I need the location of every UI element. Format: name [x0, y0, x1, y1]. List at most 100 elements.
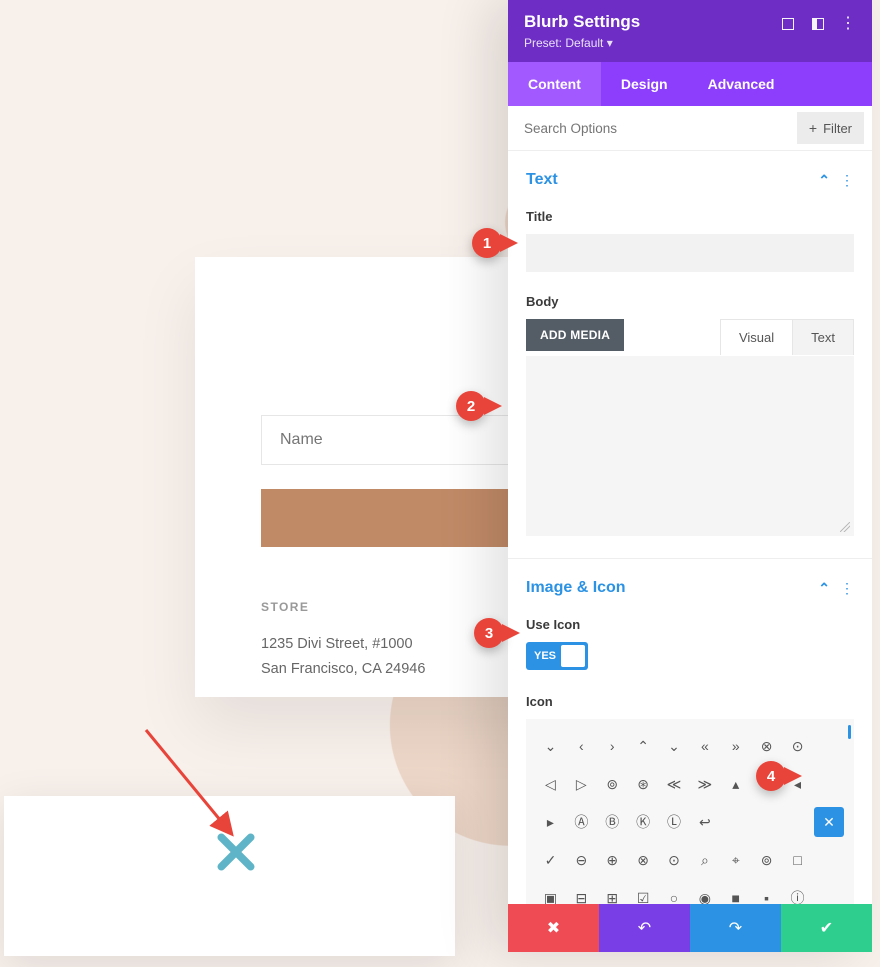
icon-option[interactable]: › — [602, 735, 623, 757]
scroll-indicator — [848, 725, 851, 739]
icon-option[interactable]: ⊞ — [602, 887, 623, 904]
icon-option[interactable]: ≪ — [664, 773, 685, 795]
preset-dropdown[interactable]: Preset: Default ▾ — [524, 36, 640, 50]
search-row: Filter — [508, 106, 872, 151]
icon-option[interactable]: Ⓑ — [602, 811, 623, 833]
callout-4: 4 — [756, 761, 786, 791]
icon-option[interactable]: ⊛ — [633, 773, 654, 795]
section-text: Text Title Body ADD MEDIA Visual Text — [508, 151, 872, 559]
icon-option[interactable]: ↩ — [694, 811, 715, 833]
icon-option[interactable]: ◁ — [540, 773, 561, 795]
toggle-handle — [561, 645, 585, 667]
icon-option[interactable]: ⌖ — [725, 849, 746, 871]
icon-option[interactable]: ⊚ — [602, 773, 623, 795]
icon-option[interactable]: ◉ — [694, 887, 715, 904]
body-label: Body — [526, 294, 854, 309]
section-image-icon: Image & Icon Use Icon YES Icon ⌄ ‹ › ⌃ ⌄ « » ⊗ ⊙… — [508, 559, 872, 904]
icon-option[interactable]: ⊖ — [571, 849, 592, 871]
store-line1: 1235 Divi Street, #1000 — [261, 632, 425, 657]
collapse-icon[interactable] — [818, 580, 830, 597]
icon-option[interactable]: ■ — [725, 887, 746, 904]
icon-option[interactable]: ▸ — [540, 811, 561, 833]
body-editor[interactable] — [526, 356, 854, 536]
panel-title: Blurb Settings — [524, 12, 640, 32]
editor-tab-visual[interactable]: Visual — [720, 319, 793, 355]
filter-button[interactable]: Filter — [797, 112, 864, 144]
icon-option[interactable] — [756, 811, 777, 833]
icon-option[interactable] — [818, 849, 840, 871]
preview-card — [4, 796, 455, 956]
add-media-button[interactable]: ADD MEDIA — [526, 319, 624, 351]
store-line2: San Francisco, CA 24946 — [261, 657, 425, 682]
tab-design[interactable]: Design — [601, 62, 688, 106]
panel-body: Text Title Body ADD MEDIA Visual Text — [508, 151, 872, 904]
icon-picker[interactable]: ⌄‹›⌃⌄«»⊗⊙◁▷⊚⊛≪≫▴▾◂▸ⒶⒷⓀⓁ↩✕✓⊖⊕⊗⊙⌕⌖⊚□▣⊟⊞☑○◉… — [526, 719, 854, 904]
footer-store: STORE 1235 Divi Street, #1000 San Franci… — [261, 600, 425, 681]
search-input[interactable] — [508, 107, 789, 150]
title-label: Title — [526, 209, 854, 224]
panel-tabs: Content Design Advanced — [508, 62, 872, 106]
icon-option[interactable]: ▪ — [756, 887, 777, 904]
callout-3: 3 — [474, 618, 504, 648]
icon-option[interactable]: ⌄ — [540, 735, 561, 757]
close-preview-icon — [214, 830, 258, 874]
chevron-down-icon: ▾ — [607, 36, 613, 50]
icon-option[interactable]: ✕ — [814, 807, 844, 837]
icon-option[interactable]: ⊙ — [664, 849, 685, 871]
icon-option[interactable]: ⊟ — [571, 887, 592, 904]
icon-option[interactable]: ▴ — [725, 773, 746, 795]
panel-header: Blurb Settings Preset: Default ▾ — [508, 0, 872, 62]
use-icon-toggle[interactable]: YES — [526, 642, 588, 670]
icon-option[interactable]: ⊗ — [756, 735, 777, 757]
icon-option[interactable]: ▣ — [540, 887, 561, 904]
settings-panel: Blurb Settings Preset: Default ▾ Content… — [508, 0, 872, 952]
title-input[interactable] — [526, 234, 854, 272]
icon-option[interactable]: ⌃ — [633, 735, 654, 757]
undo-button[interactable]: ↶ — [599, 904, 690, 952]
icon-option[interactable] — [725, 811, 746, 833]
icon-option[interactable]: ☑ — [633, 887, 654, 904]
icon-option[interactable]: Ⓛ — [664, 811, 685, 833]
columns-icon[interactable] — [810, 16, 826, 32]
icon-label: Icon — [526, 694, 854, 709]
icon-option[interactable]: ○ — [664, 887, 685, 904]
icon-option[interactable]: □ — [787, 849, 808, 871]
section-more-icon[interactable] — [840, 580, 854, 597]
redo-button[interactable]: ↷ — [690, 904, 781, 952]
icon-option[interactable]: ✓ — [540, 849, 561, 871]
icon-option[interactable] — [787, 811, 808, 833]
icon-option[interactable]: ▷ — [571, 773, 592, 795]
save-button[interactable]: ✔ — [781, 904, 872, 952]
editor-tab-text[interactable]: Text — [793, 319, 854, 355]
section-imageicon-heading: Image & Icon — [526, 579, 626, 597]
panel-actions: ✖ ↶ ↷ ✔ — [508, 904, 872, 952]
store-heading: STORE — [261, 600, 425, 614]
icon-option[interactable]: » — [725, 735, 746, 757]
icon-option[interactable]: ⌕ — [694, 849, 715, 871]
icon-option[interactable]: ⊗ — [633, 849, 654, 871]
tab-advanced[interactable]: Advanced — [688, 62, 795, 106]
icon-option[interactable]: ⊕ — [602, 849, 623, 871]
callout-1: 1 — [472, 228, 502, 258]
callout-2: 2 — [456, 391, 486, 421]
icon-option[interactable]: ⓘ — [787, 887, 808, 904]
cancel-button[interactable]: ✖ — [508, 904, 599, 952]
icon-option[interactable]: ⌄ — [664, 735, 685, 757]
collapse-icon[interactable] — [818, 172, 830, 189]
expand-icon[interactable] — [780, 16, 796, 32]
icon-option[interactable]: Ⓚ — [633, 811, 654, 833]
section-more-icon[interactable] — [840, 172, 854, 189]
icon-option[interactable]: ‹ — [571, 735, 592, 757]
tab-content[interactable]: Content — [508, 62, 601, 106]
icon-option[interactable]: ⊚ — [756, 849, 777, 871]
icon-option[interactable]: « — [694, 735, 715, 757]
icon-option[interactable] — [818, 735, 840, 757]
icon-option[interactable]: Ⓐ — [571, 811, 592, 833]
icon-option[interactable]: ⊙ — [787, 735, 808, 757]
icon-option[interactable] — [818, 887, 840, 904]
kebab-menu-icon[interactable] — [840, 16, 856, 32]
icon-option[interactable]: ≫ — [694, 773, 715, 795]
use-icon-label: Use Icon — [526, 617, 854, 632]
section-text-heading: Text — [526, 171, 558, 189]
icon-option[interactable] — [818, 773, 840, 795]
